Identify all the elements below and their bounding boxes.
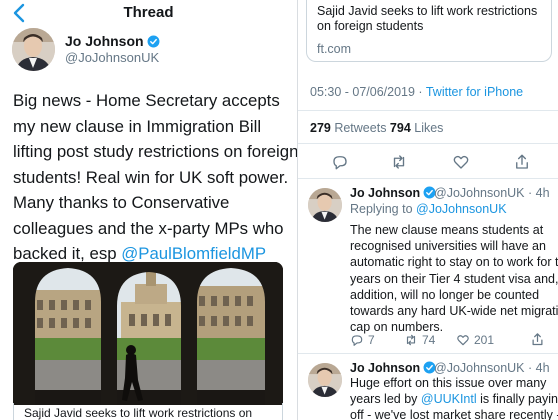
reply-author-name-text: Jo Johnson	[350, 361, 421, 375]
mention-link[interactable]: @PaulBlomfieldMP	[121, 244, 266, 263]
reply-body: The new clause means students at recogni…	[350, 222, 558, 335]
reply-text-line: years on their Tier 4 student visa and, …	[350, 271, 558, 286]
reply-author-name[interactable]: Jo Johnson	[350, 361, 436, 375]
tweet-detail-view: Sajid Javid seeks to lift work restricti…	[297, 0, 558, 420]
retweet-icon[interactable]	[390, 153, 408, 171]
likes-label: Likes	[410, 121, 444, 135]
share-icon[interactable]	[530, 332, 545, 347]
tweet-source-link[interactable]: Twitter for iPhone	[426, 85, 523, 99]
reply-text-line: off - we've lost market share recently -	[350, 408, 558, 420]
reply-like-button[interactable]: 201	[456, 333, 494, 347]
reply-reply-button[interactable]: 7	[350, 333, 375, 347]
engagement-stats: 279 Retweets 794 Likes	[310, 121, 443, 135]
media-caption-card[interactable]: Sajid Javid seeks to lift work restricti…	[13, 403, 283, 420]
divider	[298, 143, 558, 144]
reply-retweet-button[interactable]: 74	[404, 333, 435, 347]
divider	[298, 110, 558, 111]
author-name-text: Jo Johnson	[65, 33, 144, 49]
author-name[interactable]: Jo Johnson	[65, 33, 160, 49]
reply-text-line: years led by @UUKIntl is finally paying	[350, 391, 558, 407]
tweet-text-line: students! Real win for UK soft power.	[13, 167, 289, 187]
tweet-body: Big news - Home Secretary accepts my new…	[13, 88, 297, 267]
reply-body: Huge effort on this issue over many year…	[350, 375, 558, 420]
tweet-media-image[interactable]	[13, 262, 283, 405]
reply-count: 7	[368, 333, 375, 347]
tweet-text-line: lifting post study restrictions on forei…	[13, 142, 297, 161]
like-heart-icon[interactable]	[452, 153, 470, 171]
reply-text-line: Huge effort on this issue over many	[350, 376, 547, 390]
reply-text-line: recognised universities will have an	[350, 239, 546, 254]
tweet-text-segment: backed it, esp	[13, 244, 122, 263]
retweet-icon	[406, 334, 416, 346]
divider	[298, 178, 558, 179]
link-card-title: Sajid Javid seeks to lift work restricti…	[317, 4, 538, 33]
link-card-domain: ft.com	[317, 42, 352, 56]
divider	[298, 353, 558, 354]
replying-to: Replying to @JoJohnsonUK	[350, 202, 507, 216]
reply-handle-time[interactable]: @JoJohnsonUK · 4h	[434, 186, 550, 200]
college-courtyard-photo-icon	[13, 262, 283, 405]
avatar[interactable]	[12, 28, 55, 71]
reply-icon[interactable]	[331, 153, 349, 171]
reply-author-name-text: Jo Johnson	[350, 186, 421, 200]
reply-text-line: automatic right to stay on to work for t…	[350, 255, 558, 270]
thread-header: Thread	[0, 0, 297, 26]
replying-to-mention[interactable]: @JoJohnsonUK	[416, 202, 507, 216]
avatar[interactable]	[308, 363, 342, 397]
reply-handle-time[interactable]: @JoJohnsonUK · 4h	[434, 361, 550, 375]
share-icon[interactable]	[513, 153, 531, 171]
verified-badge-icon	[147, 35, 160, 48]
media-caption: Sajid Javid seeks to lift work restricti…	[24, 406, 253, 420]
profile-photo-icon	[308, 188, 342, 222]
reply-icon	[351, 335, 363, 346]
profile-photo-icon	[12, 28, 55, 71]
avatar[interactable]	[308, 188, 342, 222]
reply-text-line: cap on numbers.	[350, 320, 444, 335]
retweets-label: Retweets	[330, 121, 390, 135]
reply-author-name[interactable]: Jo Johnson	[350, 186, 436, 200]
timestamp-text: 05:30 - 07/06/2019 ·	[310, 85, 426, 99]
author-handle[interactable]: @JoJohnsonUK	[65, 50, 159, 65]
tweet-text-line: my new clause in Immigration Bill	[13, 116, 262, 136]
thread-view: Thread Jo Johnson @JoJohnsonUK Big news …	[0, 0, 297, 420]
replying-to-prefix: Replying to	[350, 202, 417, 216]
reply-text-line: towards any hard UK-wide net migration	[350, 304, 558, 319]
reply-text-line: addition, will no longer be counted	[350, 287, 540, 302]
tweet-text-line: Big news - Home Secretary accepts	[13, 91, 280, 110]
mention-link[interactable]: @UUKIntl	[421, 392, 477, 406]
reply-text-segment: years led by	[350, 392, 421, 407]
tweet-text-line: colleagues and the x-party MPs who	[13, 218, 284, 238]
like-count[interactable]: 794	[390, 121, 411, 135]
tweet-timestamp: 05:30 - 07/06/2019 · Twitter for iPhone	[310, 85, 523, 99]
link-card[interactable]: Sajid Javid seeks to lift work restricti…	[306, 0, 552, 62]
retweet-count-small: 74	[422, 333, 436, 347]
page-title: Thread	[123, 4, 174, 21]
profile-photo-icon	[308, 363, 342, 397]
like-heart-icon	[457, 335, 469, 346]
reply-text-segment: is finally paying	[476, 392, 558, 407]
retweet-count[interactable]: 279	[310, 121, 331, 135]
reply-text-line: The new clause means students at	[350, 223, 544, 237]
like-count-small: 201	[474, 333, 495, 347]
tweet-text-line: Many thanks to Conservative	[13, 193, 230, 212]
